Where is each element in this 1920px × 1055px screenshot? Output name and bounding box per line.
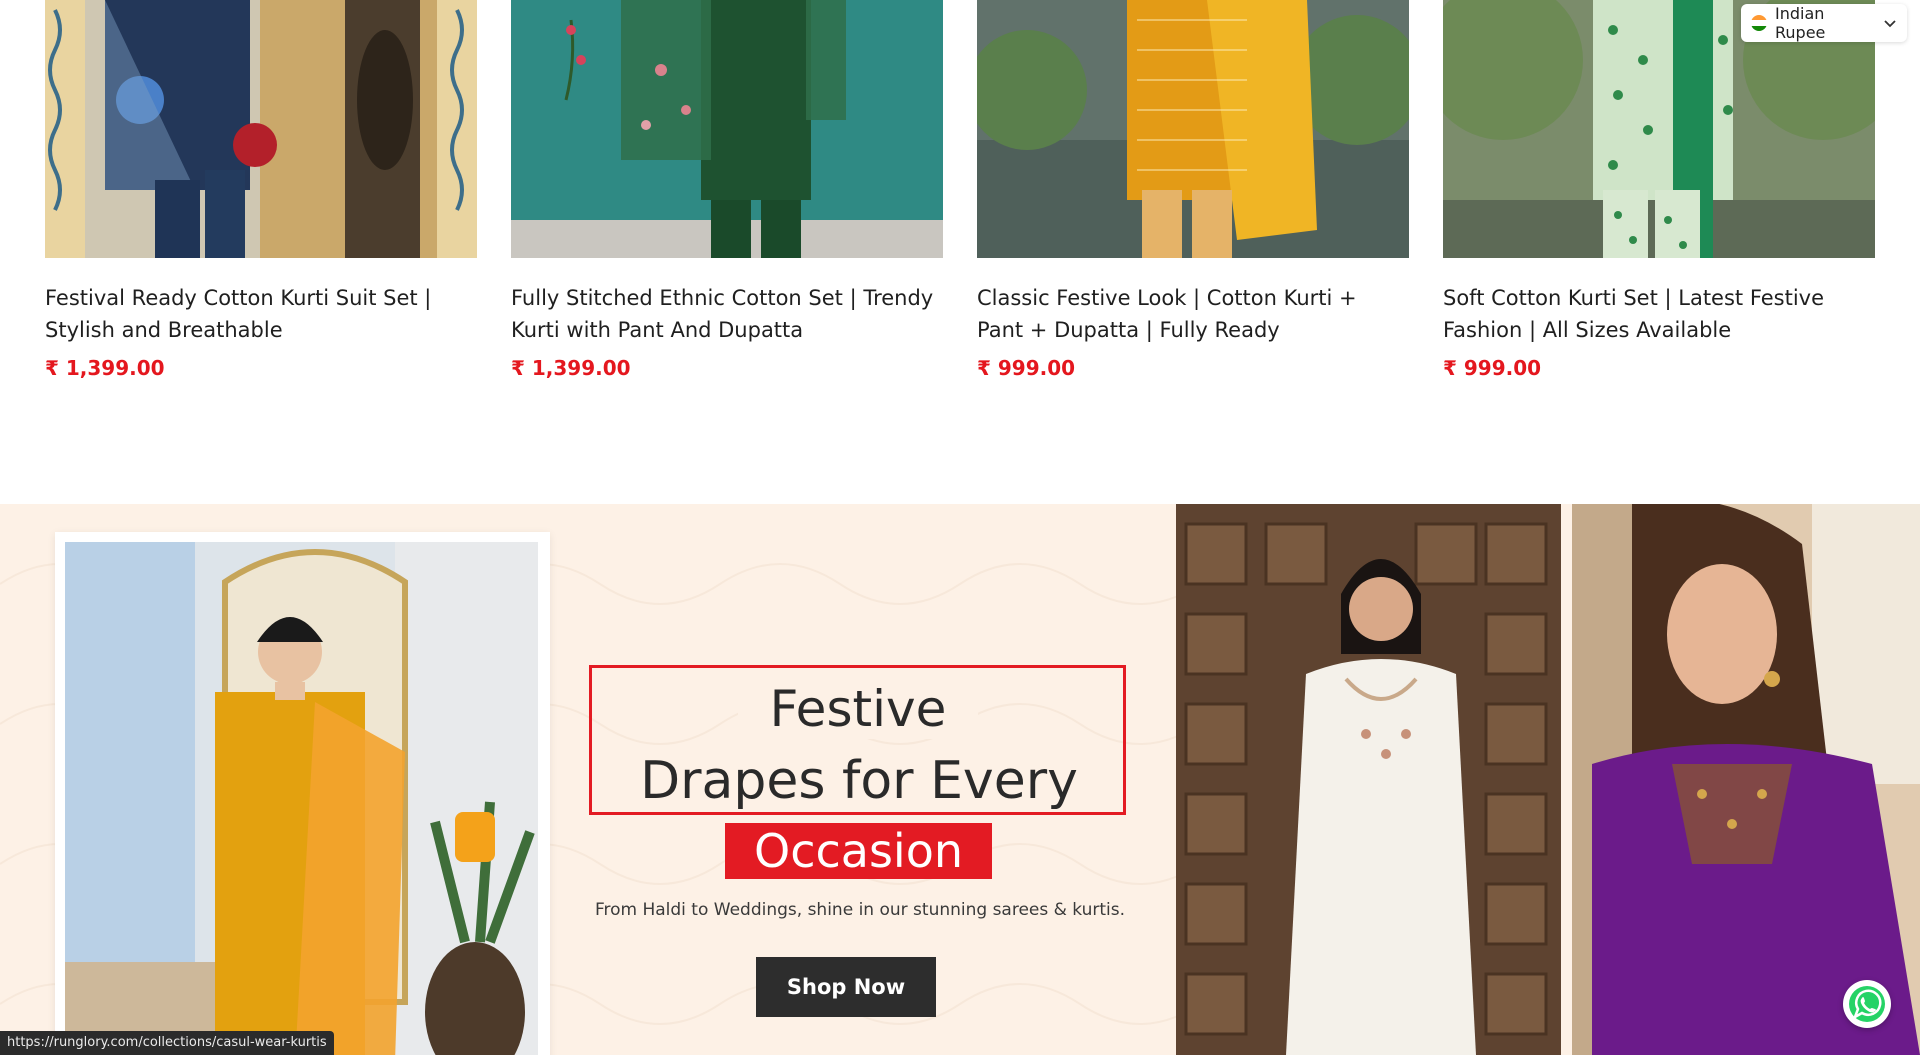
product-card[interactable]: Fully Stitched Ethnic Cotton Set | Trend… <box>511 0 943 380</box>
product-title[interactable]: Soft Cotton Kurti Set | Latest Festive F… <box>1443 282 1875 346</box>
product-price: ₹ 999.00 <box>977 356 1076 380</box>
headline-highlight: Occasion <box>725 823 992 879</box>
festive-banner: Festive Drapes for Every Occasion From H… <box>0 504 1920 1055</box>
product-price: ₹ 999.00 <box>1443 356 1542 380</box>
product-card[interactable]: Soft Cotton Kurti Set | Latest Festive F… <box>1443 0 1875 380</box>
product-card[interactable]: Classic Festive Look | Cotton Kurti + Pa… <box>977 0 1409 380</box>
product-price: ₹ 1,399.00 <box>511 356 631 380</box>
banner-photo-left <box>55 532 550 1055</box>
product-grid: Festival Ready Cotton Kurti Suit Set | S… <box>0 0 1920 504</box>
status-bar-url: https://runglory.com/collections/casul-w… <box>0 1031 334 1055</box>
page: Festival Ready Cotton Kurti Suit Set | S… <box>0 0 1920 1055</box>
product-card[interactable]: Festival Ready Cotton Kurti Suit Set | S… <box>45 0 477 380</box>
whatsapp-button[interactable] <box>1843 980 1891 1028</box>
product-title[interactable]: Fully Stitched Ethnic Cotton Set | Trend… <box>511 282 943 346</box>
product-image[interactable] <box>977 0 1409 258</box>
currency-label: Indian Rupee <box>1775 4 1826 42</box>
chevron-down-icon <box>1883 16 1897 30</box>
product-title[interactable]: Festival Ready Cotton Kurti Suit Set | S… <box>45 282 477 346</box>
shop-now-button[interactable]: Shop Now <box>756 957 936 1017</box>
whatsapp-icon <box>1849 986 1885 1022</box>
banner-photo-right <box>1572 504 1920 1055</box>
product-price: ₹ 1,399.00 <box>45 356 165 380</box>
product-image[interactable] <box>511 0 943 258</box>
product-image[interactable] <box>45 0 477 258</box>
headline-line2: Drapes for Every <box>640 751 1078 811</box>
currency-selector[interactable]: Indian Rupee <box>1741 4 1907 42</box>
banner-subtitle: From Haldi to Weddings, shine in our stu… <box>594 900 1126 920</box>
headline-line1: Festive <box>738 679 978 739</box>
india-flag-icon <box>1751 15 1767 31</box>
product-title[interactable]: Classic Festive Look | Cotton Kurti + Pa… <box>977 282 1409 346</box>
banner-photo-middle <box>1176 504 1561 1055</box>
